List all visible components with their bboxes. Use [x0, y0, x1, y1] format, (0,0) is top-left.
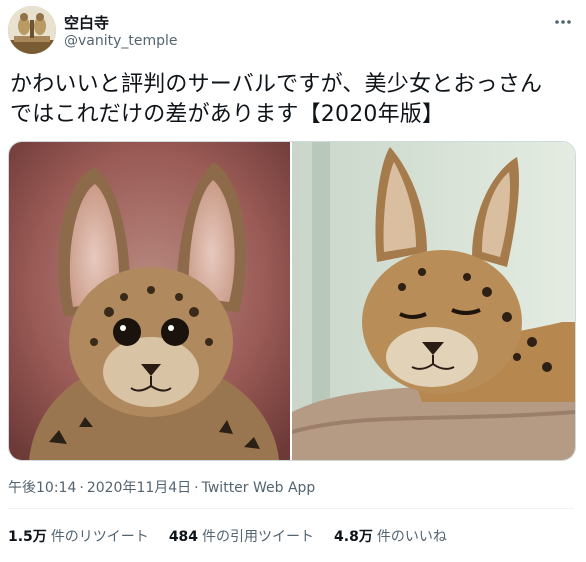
temple-statue-icon — [8, 6, 56, 54]
meta-separator: · — [194, 480, 199, 496]
meta-separator: · — [79, 480, 84, 496]
serval-adult-image-icon — [292, 142, 575, 460]
tweet-meta: 午後10:14 · 2020年11月4日 · Twitter Web App — [8, 477, 315, 497]
user-handle[interactable]: @vanity_temple — [64, 33, 178, 49]
retweets-stat[interactable]: 1.5万 件のリツイート — [8, 526, 149, 546]
likes-label: 件のいいね — [376, 529, 447, 545]
divider — [8, 508, 574, 509]
tweet-media — [8, 141, 576, 461]
likes-stat[interactable]: 4.8万 件のいいね — [334, 526, 447, 546]
tweet-text: かわいいと評判のサーバルですが、美少女とおっさん ではこれだけの差があります【2… — [10, 72, 543, 127]
retweets-count: 1.5万 — [8, 529, 47, 545]
quotes-label: 件の引用ツイート — [202, 529, 315, 545]
serval-adult-photo[interactable] — [292, 142, 575, 460]
quotes-count: 484 — [168, 529, 199, 545]
tweet-source-link[interactable]: Twitter Web App — [202, 480, 316, 496]
tweet: 空白寺 @vanity_temple かわいいと評判のサーバルですが、美少女とお… — [0, 0, 586, 562]
more-dots-icon — [555, 20, 571, 24]
serval-kitten-image-icon — [9, 142, 290, 460]
display-name[interactable]: 空白寺 — [64, 12, 109, 33]
tweet-date[interactable]: 2020年11月4日 — [87, 480, 191, 496]
serval-kitten-photo[interactable] — [9, 142, 290, 460]
tweet-stats: 1.5万 件のリツイート 484 件の引用ツイート 4.8万 件のいいね — [8, 526, 467, 546]
retweets-label: 件のリツイート — [50, 529, 149, 545]
more-options-button[interactable] — [548, 10, 578, 34]
likes-count: 4.8万 — [334, 529, 373, 545]
tweet-time[interactable]: 午後10:14 — [8, 480, 76, 496]
quotes-stat[interactable]: 484 件の引用ツイート — [169, 526, 314, 546]
avatar[interactable] — [8, 6, 56, 54]
